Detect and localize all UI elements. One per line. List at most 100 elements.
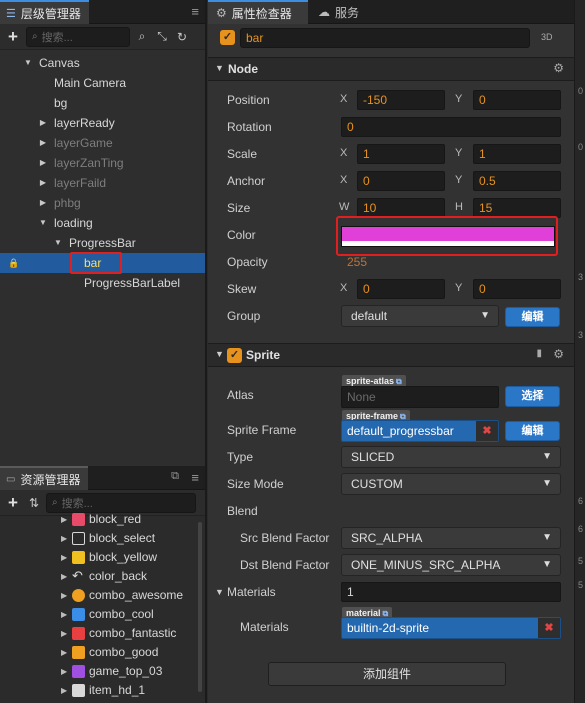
collapsed-arrow-icon[interactable]: ▶ <box>38 113 48 133</box>
tab-service[interactable]: ☁ 服务 <box>310 0 367 24</box>
asset-item-combo-cool[interactable]: ▶ combo_cool <box>0 605 205 624</box>
hierarchy-search-input[interactable]: ⌕ 搜索... <box>26 26 130 47</box>
asset-popout-icon[interactable]: ⧉ <box>171 470 179 483</box>
book-icon[interactable]: ▮ <box>536 348 542 359</box>
skew-y-input[interactable]: 0 <box>473 279 561 299</box>
atlas-label: Atlas <box>227 388 254 402</box>
add-component-button[interactable]: 添加组件 <box>268 662 506 686</box>
scale-y-input[interactable]: 1 <box>473 144 561 164</box>
tree-node-layer-faild[interactable]: ▶ layerFaild <box>0 173 205 193</box>
collapsed-arrow-icon[interactable]: ▶ <box>61 662 67 681</box>
asset-item-block-yellow[interactable]: ▶ block_yellow <box>0 548 205 567</box>
tree-node-layer-ready[interactable]: ▶ layerReady <box>0 113 205 133</box>
sprite-frame-field[interactable]: default_progressbar ✖ <box>341 420 499 442</box>
tree-node-phbg[interactable]: ▶ phbg <box>0 193 205 213</box>
tree-node-loading[interactable]: ▼ loading <box>0 213 205 233</box>
expanded-arrow-icon[interactable]: ▼ <box>23 53 33 73</box>
search-icon[interactable]: ⌕ <box>134 29 150 44</box>
collapsed-arrow-icon[interactable]: ▶ <box>38 133 48 153</box>
collapsed-arrow-icon[interactable]: ▶ <box>61 681 67 700</box>
tree-node-progressbar-label[interactable]: ProgressBarLabel <box>0 273 205 293</box>
group-select[interactable]: default ▼ <box>341 305 499 327</box>
collapsed-arrow-icon[interactable]: ▶ <box>61 567 67 586</box>
add-node-icon[interactable]: + <box>4 27 22 47</box>
hierarchy-tab[interactable]: ☰ 层级管理器 <box>0 0 89 24</box>
asset-item-game-top-03[interactable]: ▶ game_top_03 <box>0 662 205 681</box>
src-blend-select[interactable]: SRC_ALPHA ▼ <box>341 527 561 549</box>
scale-x-input[interactable]: 1 <box>357 144 445 164</box>
refresh-icon[interactable]: ↻ <box>174 30 190 44</box>
size-w-input[interactable]: 10 <box>357 198 445 218</box>
lock-icon[interactable]: 🔒 <box>8 253 19 273</box>
tree-node-main-camera[interactable]: Main Camera <box>0 73 205 93</box>
sort-icon[interactable]: ⇅ <box>26 496 42 510</box>
close-icon[interactable]: ✖ <box>476 421 498 441</box>
asset-tab[interactable]: ▭ 资源管理器 <box>0 466 89 490</box>
asset-label: game_top_03 <box>89 664 163 678</box>
node-section-header[interactable]: ▼ Node ⚙ <box>208 57 574 81</box>
asset-item-item-hd-1[interactable]: ▶ item_hd_1 <box>0 681 205 700</box>
3d-toggle[interactable]: 3D <box>541 32 553 42</box>
hierarchy-menu-icon[interactable]: ≡ <box>191 4 199 19</box>
opacity-input[interactable]: 255 <box>341 252 561 272</box>
expanded-arrow-icon[interactable]: ▼ <box>53 233 63 253</box>
asset-item-combo-awesome[interactable]: ▶ combo_awesome <box>0 586 205 605</box>
asset-menu-icon[interactable]: ≡ <box>191 470 199 485</box>
expanded-arrow-icon[interactable]: ▼ <box>215 63 224 73</box>
tree-node-canvas[interactable]: ▼ Canvas <box>0 53 205 73</box>
size-h-input[interactable]: 15 <box>473 198 561 218</box>
material-field[interactable]: builtin-2d-sprite ✖ <box>341 617 561 639</box>
node-active-checkbox[interactable]: ✓ <box>220 30 235 45</box>
materials-count-label: Materials <box>227 585 276 599</box>
collapsed-arrow-icon[interactable]: ▶ <box>61 548 67 567</box>
collapse-icon[interactable]: ⤡ <box>154 29 170 44</box>
collapsed-arrow-icon[interactable]: ▶ <box>61 643 67 662</box>
expanded-arrow-icon[interactable]: ▼ <box>215 587 224 597</box>
gear-icon: ⚙ <box>216 6 227 20</box>
size-mode-select[interactable]: CUSTOM ▼ <box>341 473 561 495</box>
asset-item-block-red[interactable]: ▶ block_red <box>0 510 205 529</box>
anchor-y-input[interactable]: 0.5 <box>473 171 561 191</box>
close-icon[interactable]: ✖ <box>538 618 560 638</box>
gear-icon[interactable]: ⚙ <box>553 347 564 361</box>
collapsed-arrow-icon[interactable]: ▶ <box>38 153 48 173</box>
tree-node-label: ProgressBar <box>69 236 136 250</box>
anchor-x-input[interactable]: 0 <box>357 171 445 191</box>
node-name-input[interactable]: bar <box>240 28 530 48</box>
tree-node-layer-zanting[interactable]: ▶ layerZanTing <box>0 153 205 173</box>
link-icon[interactable]: ⧉ <box>396 377 402 386</box>
atlas-field[interactable]: None <box>341 386 499 408</box>
asset-item-block-select[interactable]: ▶ block_select <box>0 529 205 548</box>
collapsed-arrow-icon[interactable]: ▶ <box>61 624 67 643</box>
sprite-enabled-checkbox[interactable]: ✓ <box>227 348 242 363</box>
collapsed-arrow-icon[interactable]: ▶ <box>38 173 48 193</box>
tree-node-progressbar[interactable]: ▼ ProgressBar <box>0 233 205 253</box>
collapsed-arrow-icon[interactable]: ▶ <box>61 586 67 605</box>
atlas-select-button[interactable]: 选择 <box>505 386 560 407</box>
sprite-frame-edit-button[interactable]: 编辑 <box>505 421 560 441</box>
asset-scrollbar[interactable] <box>198 522 202 692</box>
group-edit-button[interactable]: 编辑 <box>505 307 560 327</box>
collapsed-arrow-icon[interactable]: ▶ <box>61 529 67 548</box>
position-y-input[interactable]: 0 <box>473 90 561 110</box>
asset-item-combo-good[interactable]: ▶ combo_good <box>0 643 205 662</box>
type-select[interactable]: SLICED ▼ <box>341 446 561 468</box>
collapsed-arrow-icon[interactable]: ▶ <box>61 605 67 624</box>
collapsed-arrow-icon[interactable]: ▶ <box>61 510 67 529</box>
materials-count-input[interactable]: 1 <box>341 582 561 602</box>
asset-item-combo-fantastic[interactable]: ▶ combo_fantastic <box>0 624 205 643</box>
expanded-arrow-icon[interactable]: ▼ <box>38 213 48 233</box>
tree-node-layer-game[interactable]: ▶ layerGame <box>0 133 205 153</box>
rotation-input[interactable]: 0 <box>341 117 561 137</box>
tree-node-bg[interactable]: bg <box>0 93 205 113</box>
collapsed-arrow-icon[interactable]: ▶ <box>38 193 48 213</box>
gear-icon[interactable]: ⚙ <box>553 61 564 75</box>
y-axis-label: Y <box>455 282 463 294</box>
position-x-input[interactable]: -150 <box>357 90 445 110</box>
expanded-arrow-icon[interactable]: ▼ <box>215 349 224 359</box>
sprite-section-header[interactable]: ▼ ✓ Sprite ▮ ⚙ <box>208 343 574 367</box>
asset-item-color-back[interactable]: ▶ ↶ color_back <box>0 567 205 586</box>
tab-inspector[interactable]: ⚙ 属性检查器 <box>208 0 308 24</box>
skew-x-input[interactable]: 0 <box>357 279 445 299</box>
dst-blend-select[interactable]: ONE_MINUS_SRC_ALPHA ▼ <box>341 554 561 576</box>
